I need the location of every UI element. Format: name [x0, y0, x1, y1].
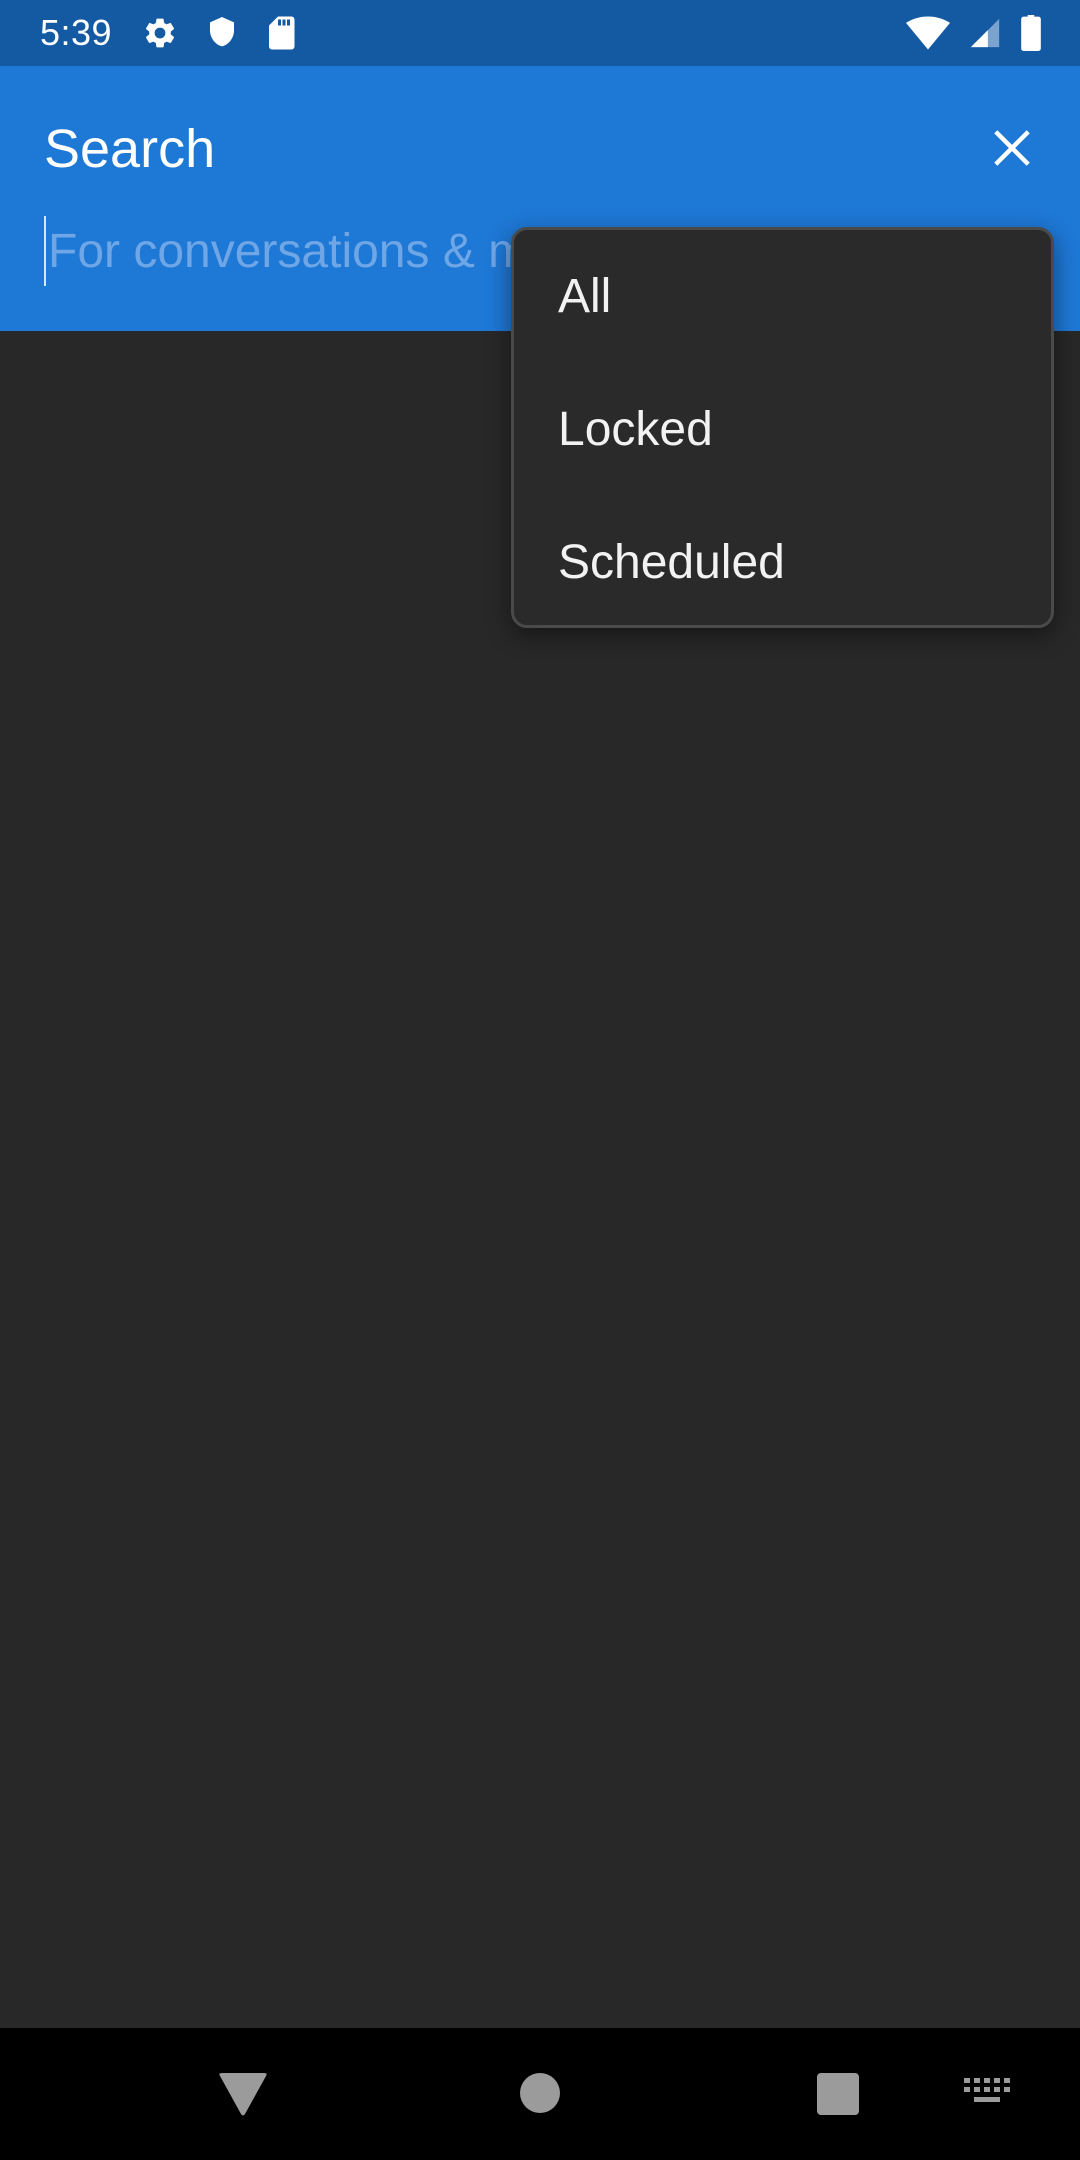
menu-item-label: Locked: [558, 403, 713, 456]
back-icon: [218, 2073, 268, 2121]
menu-item-locked[interactable]: Locked: [514, 363, 1051, 496]
recents-button[interactable]: [817, 2073, 859, 2115]
battery-icon: [1020, 15, 1042, 51]
menu-item-all[interactable]: All: [514, 230, 1051, 363]
wifi-icon: [906, 16, 950, 50]
navigation-bar: [0, 2028, 1080, 2160]
keyboard-button[interactable]: [962, 2076, 1010, 2106]
back-button[interactable]: [218, 2073, 268, 2117]
close-button[interactable]: [975, 113, 1049, 187]
close-icon: [990, 126, 1034, 175]
status-time: 5:39: [40, 12, 113, 53]
signal-icon: [968, 16, 1002, 50]
status-bar: 5:39: [0, 0, 1080, 66]
filter-dropdown-menu: All Locked Scheduled: [511, 227, 1054, 628]
menu-item-label: All: [558, 270, 612, 323]
keyboard-icon: [962, 2078, 1010, 2110]
sd-card-icon: [266, 15, 296, 51]
shield-icon: [206, 15, 238, 51]
page-title: Search: [44, 119, 216, 179]
menu-item-scheduled[interactable]: Scheduled: [514, 496, 1051, 629]
status-icons-right: [906, 15, 1042, 51]
menu-item-label: Scheduled: [558, 536, 785, 589]
status-icons-left: [142, 15, 296, 51]
home-button[interactable]: [520, 2073, 560, 2113]
gear-icon: [142, 15, 178, 51]
